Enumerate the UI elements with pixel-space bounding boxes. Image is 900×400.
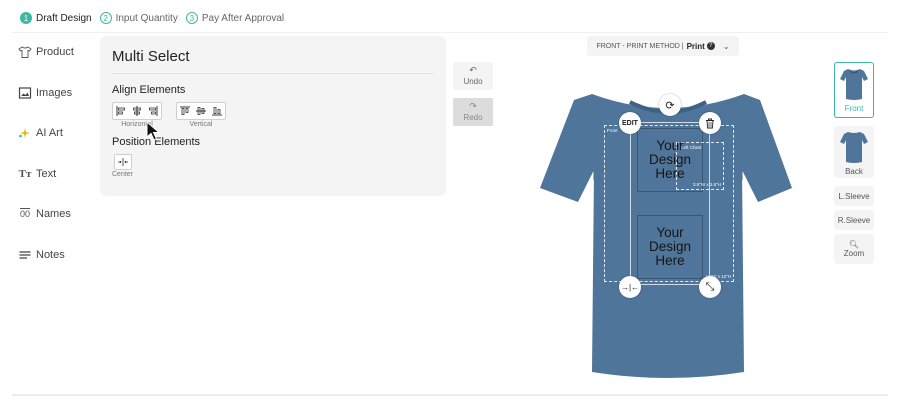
nav-item-product[interactable]: Product [18, 42, 98, 62]
step-label: Pay After Approval [201, 12, 285, 24]
print-area-label: Front [607, 128, 618, 133]
zoom-icon: 🔍︎ [848, 240, 860, 249]
panel-title: Multi Select [112, 46, 434, 74]
position-center-group: Center [112, 154, 133, 178]
front-thumbnail-icon [840, 69, 868, 100]
rotate-icon[interactable]: ⟳ [659, 94, 681, 116]
align-center-horizontal-button[interactable] [129, 103, 145, 119]
center-align-handle-icon[interactable]: →|← [619, 276, 641, 298]
nav-label: Names [36, 208, 71, 220]
multi-selection-box[interactable] [630, 122, 710, 285]
nav-item-text[interactable]: Tт Text [18, 164, 98, 184]
nav-label: Text [36, 167, 57, 180]
print-method-selector[interactable]: FRONT - PRINT METHOD | Print ? ⌄ [587, 36, 739, 56]
back-thumbnail-icon [840, 132, 868, 163]
view-front[interactable]: Front [834, 62, 874, 118]
step-number: 3 [185, 12, 198, 24]
nav-label: AI Art [36, 127, 63, 139]
undo-button[interactable]: ↶ Undo [453, 62, 493, 90]
align-left-button[interactable] [113, 103, 129, 119]
nav-label: Notes [36, 248, 65, 261]
vertical-align-group: Vertical [176, 102, 226, 128]
view-label: Back [845, 167, 863, 176]
vertical-caption: Vertical [189, 121, 213, 128]
lines-icon [18, 248, 32, 262]
shirt-outline-icon [18, 45, 32, 59]
view-back[interactable]: Back [834, 126, 874, 178]
redo-button[interactable]: ↷ Redo [453, 98, 493, 126]
progress-steps: 1 Draft Design 2 Input Quantity 3 Pay Af… [20, 12, 292, 24]
sparkle-icon [18, 126, 32, 140]
nav-label: Product [36, 46, 74, 58]
step-pay-after-approval[interactable]: 3 Pay After Approval [185, 12, 285, 24]
step-draft-design[interactable]: 1 Draft Design [20, 12, 92, 24]
redo-label: Redo [463, 113, 483, 122]
trash-icon[interactable] [699, 112, 721, 134]
vertical-align-buttons [176, 102, 226, 120]
view-right-sleeve[interactable]: R.Sleeve [834, 210, 874, 230]
redo-icon: ↷ [469, 101, 477, 111]
footer-divider [12, 394, 888, 396]
align-bottom-button[interactable] [209, 103, 225, 119]
image-icon [18, 86, 32, 100]
chevron-down-icon: ⌄ [722, 41, 730, 51]
resize-icon[interactable]: ⤡ [699, 276, 721, 298]
view-label: L.Sleeve [838, 191, 870, 201]
view-label: Zoom [843, 249, 865, 258]
zoom-button[interactable]: 🔍︎ Zoom [834, 234, 874, 264]
align-top-button[interactable] [177, 103, 193, 119]
align-elements-label: Align Elements [112, 84, 186, 96]
nav-item-images[interactable]: Images [18, 83, 98, 103]
step-number: 2 [99, 12, 112, 24]
text-icon: Tт [18, 167, 32, 180]
nav-label: Images [36, 86, 73, 99]
nav-item-ai-art[interactable]: AI Art [18, 123, 98, 143]
step-label: Draft Design [36, 12, 92, 24]
edit-handle[interactable]: EDIT [619, 112, 641, 134]
step-number: 1 [20, 12, 32, 24]
align-right-button[interactable] [145, 103, 161, 119]
undo-label: Undo [463, 77, 483, 86]
center-caption: Center [112, 171, 134, 178]
multi-select-panel: Multi Select Align Elements Horizontal V… [100, 36, 446, 196]
undo-icon: ↶ [469, 65, 477, 75]
header-divider [12, 32, 888, 33]
help-icon: ? [706, 42, 715, 50]
left-toolbar: Product Images AI Art Tт Text 00 Names N… [18, 42, 98, 285]
nav-item-notes[interactable]: Notes [18, 245, 98, 265]
print-method-prefix: FRONT - PRINT METHOD | [596, 42, 684, 50]
view-label: Front [844, 104, 864, 113]
mouse-pointer-icon [146, 121, 161, 141]
step-label: Input Quantity [115, 12, 178, 24]
align-middle-button[interactable] [193, 103, 209, 119]
designer-page: 1 Draft Design 2 Input Quantity 3 Pay Af… [0, 0, 900, 400]
view-left-sleeve[interactable]: L.Sleeve [834, 186, 874, 206]
horizontal-align-buttons [112, 102, 162, 120]
nav-item-names[interactable]: 00 Names [18, 204, 98, 224]
center-position-button[interactable] [113, 154, 132, 170]
step-input-quantity[interactable]: 2 Input Quantity [99, 12, 178, 24]
names-icon: 00 [19, 209, 30, 219]
view-label: R.Sleeve [837, 215, 871, 225]
print-method-value: Print [686, 41, 705, 51]
